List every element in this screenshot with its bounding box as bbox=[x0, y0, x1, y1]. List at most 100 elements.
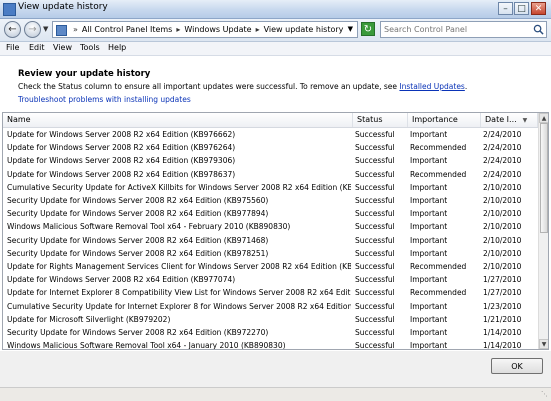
status-cell: Successful bbox=[355, 328, 395, 337]
breadcrumb-item[interactable]: View update history bbox=[264, 25, 344, 34]
date-installed-cell: 2/10/2010 bbox=[483, 262, 522, 271]
table-row[interactable]: Cumulative Security Update for Internet … bbox=[3, 300, 537, 313]
table-row[interactable]: Update for Microsoft Silverlight (KB9792… bbox=[3, 313, 537, 326]
importance-cell: Important bbox=[410, 209, 448, 219]
date-installed-cell: 1/27/2010 bbox=[483, 288, 522, 298]
date-installed-cell: 2/10/2010 bbox=[483, 182, 522, 192]
table-row[interactable]: Update for Rights Management Services Cl… bbox=[3, 260, 537, 273]
instruction-body: Check the Status column to ensure all im… bbox=[18, 82, 398, 91]
menu-tools[interactable]: Tools bbox=[80, 43, 100, 52]
column-header-importance[interactable]: Importance bbox=[408, 113, 481, 127]
scroll-thumb[interactable] bbox=[540, 123, 548, 233]
table-row[interactable]: Security Update for Windows Server 2008 … bbox=[3, 247, 537, 260]
status-cell: Successful bbox=[355, 275, 395, 285]
address-bar: ← → ▼ » All Control Panel Items ▸ Windows U… bbox=[0, 19, 551, 42]
status-cell: Successful bbox=[355, 156, 395, 166]
vertical-scrollbar[interactable]: ▲ ▼ bbox=[538, 113, 548, 349]
refresh-button[interactable]: ↻ bbox=[361, 22, 375, 36]
update-name-cell: Update for Microsoft Silverlight (KB9792… bbox=[7, 314, 171, 324]
forward-button[interactable]: → bbox=[24, 21, 41, 38]
menu-help[interactable]: Help bbox=[108, 43, 126, 52]
update-name-cell: Windows Malicious Software Removal Tool … bbox=[7, 222, 291, 232]
maximize-button[interactable]: □ bbox=[514, 2, 529, 15]
address-box[interactable]: » All Control Panel Items ▸ Windows Update ▸… bbox=[52, 21, 358, 38]
update-name-cell: Update for Internet Explorer 8 Compatibi… bbox=[7, 288, 351, 298]
update-name-cell: Security Update for Windows Server 2008 … bbox=[7, 235, 269, 245]
control-panel-icon bbox=[56, 25, 67, 36]
table-row[interactable]: Cumulative Security Update for ActiveX K… bbox=[3, 181, 537, 194]
search-box[interactable] bbox=[380, 21, 547, 38]
update-name-cell: Cumulative Security Update for ActiveX K… bbox=[7, 182, 351, 192]
importance-cell: Important bbox=[410, 314, 448, 324]
column-header-date-label: Date I... bbox=[485, 115, 517, 124]
status-cell: Successful bbox=[355, 222, 395, 232]
importance-cell: Important bbox=[410, 341, 448, 350]
date-installed-cell: 2/24/2010 bbox=[483, 169, 522, 179]
update-name-cell: Update for Windows Server 2008 R2 x64 Ed… bbox=[7, 156, 236, 166]
table-row[interactable]: Security Update for Windows Server 2008 … bbox=[3, 234, 537, 247]
table-row[interactable]: Update for Windows Server 2008 R2 x64 Ed… bbox=[3, 154, 537, 167]
date-installed-cell: 1/14/2010 bbox=[483, 341, 522, 350]
close-button[interactable]: ✕ bbox=[531, 2, 546, 15]
column-header-status[interactable]: Status bbox=[353, 113, 408, 127]
update-name-cell: Security Update for Windows Server 2008 … bbox=[7, 248, 269, 258]
chevron-right-icon: » bbox=[73, 25, 78, 34]
scroll-up-arrow-icon[interactable]: ▲ bbox=[539, 113, 548, 123]
table-row[interactable]: Update for Windows Server 2008 R2 x64 Ed… bbox=[3, 141, 537, 154]
update-history-table: Name Status Importance Date I... ▼ Update… bbox=[2, 112, 549, 350]
ok-button[interactable]: OK bbox=[491, 358, 543, 374]
importance-cell: Important bbox=[410, 328, 448, 337]
instruction-end: . bbox=[464, 82, 468, 91]
status-cell: Successful bbox=[355, 209, 395, 219]
table-row[interactable]: Update for Windows Server 2008 R2 x64 Ed… bbox=[3, 273, 537, 286]
importance-cell: Recommended bbox=[410, 143, 467, 153]
date-installed-cell: 1/21/2010 bbox=[483, 314, 522, 324]
update-name-cell: Windows Malicious Software Removal Tool … bbox=[7, 341, 286, 350]
table-row[interactable]: Windows Malicious Software Removal Tool … bbox=[3, 339, 537, 350]
date-installed-cell: 1/14/2010 bbox=[483, 328, 522, 337]
troubleshoot-link[interactable]: Troubleshoot problems with installing up… bbox=[18, 95, 191, 104]
breadcrumb-item[interactable]: All Control Panel Items bbox=[82, 25, 172, 34]
back-button[interactable]: ← bbox=[4, 21, 21, 38]
page-title: Review your update history bbox=[18, 69, 151, 79]
table-row[interactable]: Security Update for Windows Server 2008 … bbox=[3, 326, 537, 339]
menu-file[interactable]: File bbox=[6, 43, 19, 52]
chevron-down-icon[interactable]: ▼ bbox=[348, 25, 353, 33]
installed-updates-link[interactable]: Installed Updates bbox=[399, 82, 464, 91]
menu-view[interactable]: View bbox=[53, 43, 72, 52]
update-name-cell: Security Update for Windows Server 2008 … bbox=[7, 328, 269, 337]
table-row[interactable]: Security Update for Windows Server 2008 … bbox=[3, 207, 537, 220]
window-icon bbox=[3, 3, 16, 16]
date-installed-cell: 2/10/2010 bbox=[483, 209, 522, 219]
table-row[interactable]: Security Update for Windows Server 2008 … bbox=[3, 194, 537, 207]
date-installed-cell: 2/24/2010 bbox=[483, 156, 522, 166]
menu-edit[interactable]: Edit bbox=[29, 43, 45, 52]
status-cell: Successful bbox=[355, 143, 395, 153]
breadcrumb-item[interactable]: Windows Update bbox=[184, 25, 251, 34]
table-row[interactable]: Update for Internet Explorer 8 Compatibi… bbox=[3, 286, 537, 299]
status-bar: ⋱ bbox=[0, 387, 551, 401]
importance-cell: Important bbox=[410, 130, 448, 139]
status-cell: Successful bbox=[355, 235, 395, 245]
search-icon[interactable] bbox=[533, 24, 544, 35]
importance-cell: Recommended bbox=[410, 262, 467, 271]
scroll-down-arrow-icon[interactable]: ▼ bbox=[539, 339, 548, 349]
column-header-name[interactable]: Name bbox=[3, 113, 353, 127]
window-title: View update history bbox=[18, 2, 108, 12]
recent-pages-dropdown-icon[interactable]: ▼ bbox=[43, 25, 48, 33]
status-cell: Successful bbox=[355, 130, 395, 139]
resize-grip-icon[interactable]: ⋱ bbox=[541, 390, 549, 398]
table-row[interactable]: Update for Windows Server 2008 R2 x64 Ed… bbox=[3, 128, 537, 141]
table-row[interactable]: Windows Malicious Software Removal Tool … bbox=[3, 220, 537, 233]
sort-descending-icon: ▼ bbox=[522, 117, 528, 124]
status-cell: Successful bbox=[355, 341, 395, 350]
table-body: Update for Windows Server 2008 R2 x64 Ed… bbox=[3, 128, 537, 349]
chevron-right-icon: ▸ bbox=[176, 25, 181, 34]
minimize-button[interactable]: – bbox=[498, 2, 513, 15]
column-header-date[interactable]: Date I... ▼ bbox=[481, 113, 538, 127]
update-name-cell: Update for Rights Management Services Cl… bbox=[7, 262, 351, 271]
date-installed-cell: 2/24/2010 bbox=[483, 130, 522, 139]
search-input[interactable] bbox=[384, 25, 524, 34]
update-name-cell: Update for Windows Server 2008 R2 x64 Ed… bbox=[7, 130, 236, 139]
table-row[interactable]: Update for Windows Server 2008 R2 x64 Ed… bbox=[3, 168, 537, 181]
